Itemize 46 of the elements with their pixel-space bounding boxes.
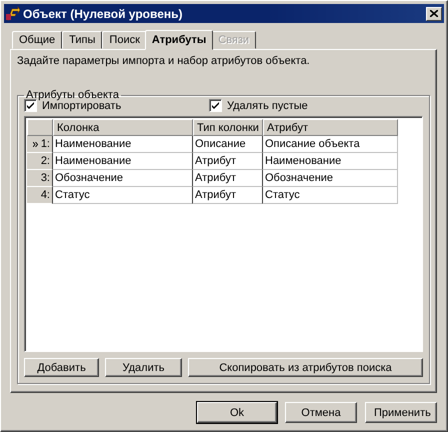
- description-text: Задайте параметры импорта и набор атрибутов объекта.: [17, 55, 311, 67]
- dialog-button[interactable]: Ok: [197, 402, 277, 423]
- row-indicator[interactable]: 2:: [27, 153, 53, 170]
- table-cell: Атрибут: [192, 170, 263, 187]
- checkmark-icon: [212, 102, 219, 109]
- table-cell: Статус: [262, 187, 398, 204]
- table-cell: Атрибут: [192, 187, 263, 204]
- row-number: 4:: [40, 189, 50, 201]
- checkbox[interactable]: [209, 99, 222, 112]
- column-header[interactable]: Колонка: [53, 119, 193, 136]
- table-cell: Описание объекта: [262, 136, 398, 153]
- tab[interactable]: Атрибуты: [144, 30, 214, 50]
- action-button[interactable]: Скопировать из атрибутов поиска: [188, 358, 423, 377]
- action-button[interactable]: Добавить: [24, 358, 99, 377]
- row-number: 2:: [40, 155, 50, 167]
- table-cell: Описание: [192, 136, 263, 153]
- row-number: 1:: [40, 138, 50, 150]
- checkmark-icon: [27, 102, 34, 109]
- row-number: 3:: [40, 172, 50, 184]
- column-header[interactable]: Атрибут: [263, 119, 398, 136]
- table-cell: Наименование: [262, 153, 398, 170]
- row-indicator[interactable]: 1:: [27, 136, 53, 153]
- row-indicator[interactable]: 3:: [27, 170, 53, 187]
- dialog-button[interactable]: Отмена: [285, 402, 357, 423]
- close-icon: [430, 10, 438, 17]
- checkbox-label: Импортировать: [42, 100, 122, 112]
- table-cell: Обозначение: [262, 170, 398, 187]
- table-cell: Наименование: [52, 153, 193, 170]
- table-cell: Статус: [52, 187, 193, 204]
- tab[interactable]: Типы: [62, 31, 102, 49]
- column-header[interactable]: Тип колонки: [193, 119, 263, 136]
- header-corner: [27, 119, 53, 136]
- checkbox-label: Удалять пустые: [227, 100, 308, 112]
- action-button[interactable]: Удалить: [105, 358, 182, 377]
- tab[interactable]: Поиск: [102, 31, 147, 49]
- tab[interactable]: Общие: [12, 31, 62, 49]
- table-cell: Атрибут: [192, 153, 263, 170]
- dialog-button[interactable]: Применить: [365, 402, 437, 423]
- table-cell: Обозначение: [52, 170, 193, 187]
- window-title: Объект (Нулевой уровень): [23, 6, 184, 20]
- group-title: Атрибуты объекта: [25, 89, 120, 101]
- checkbox[interactable]: [24, 99, 37, 112]
- row-indicator[interactable]: 4:: [27, 187, 53, 204]
- close-button[interactable]: [426, 6, 442, 20]
- table-cell: Наименование: [52, 136, 193, 153]
- app-logo-icon: [6, 6, 20, 21]
